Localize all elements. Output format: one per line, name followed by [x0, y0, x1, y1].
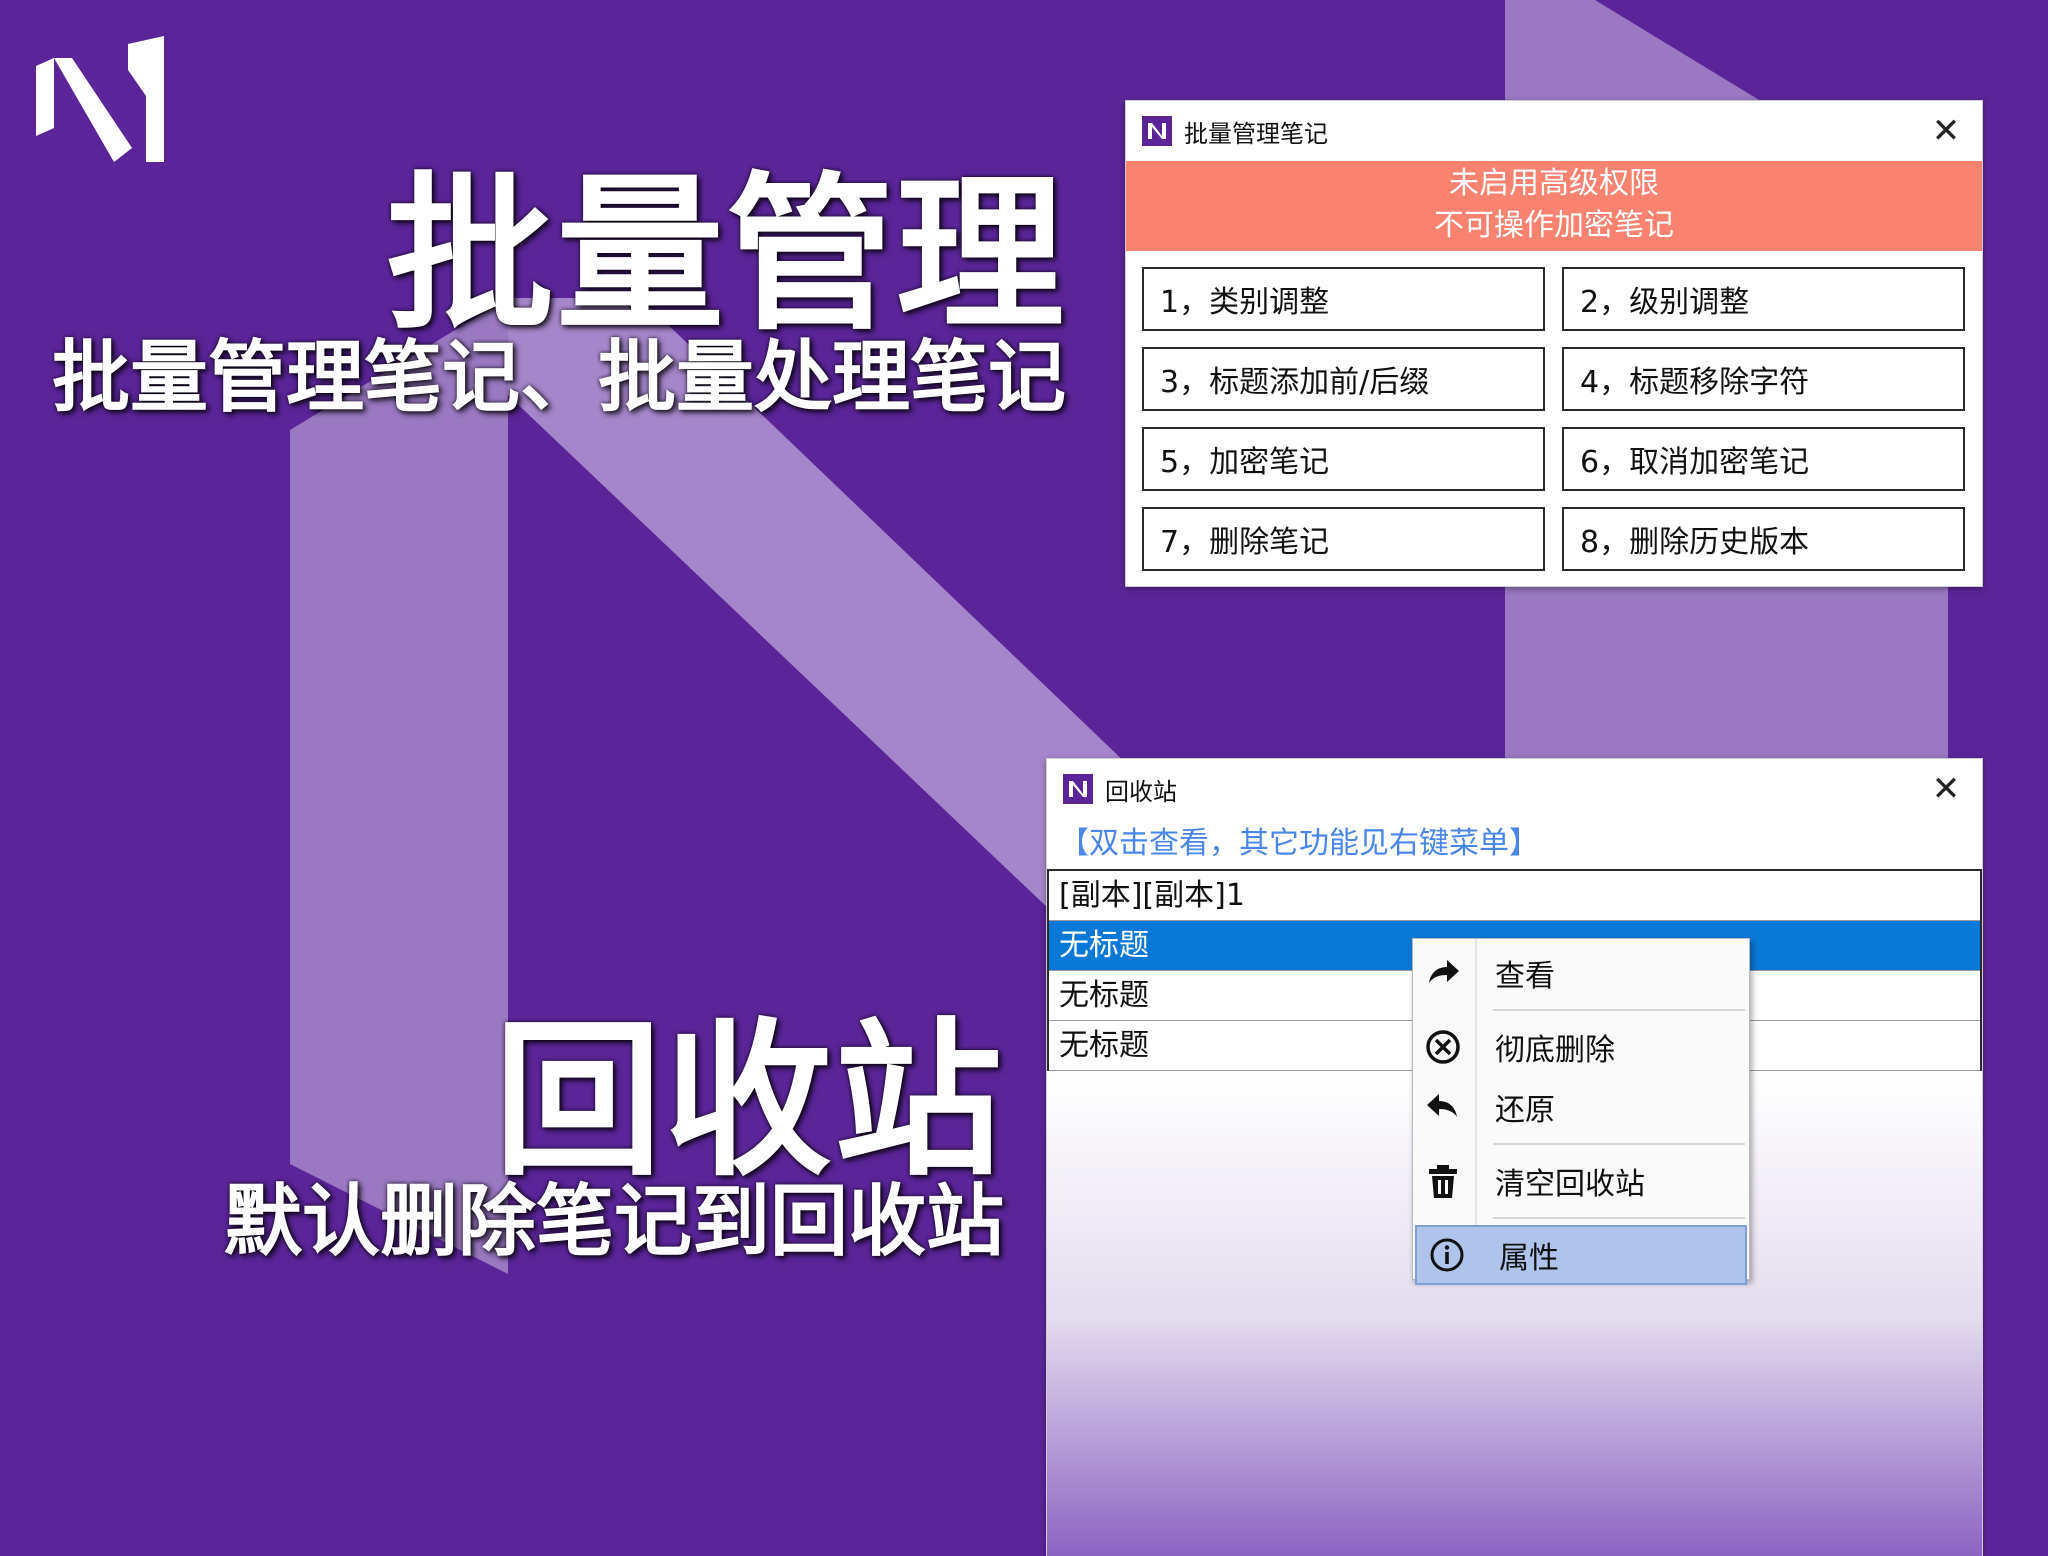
menu-separator: [1493, 1217, 1745, 1219]
menu-item-empty-bin[interactable]: 清空回收站: [1413, 1151, 1749, 1211]
encrypt-notes-button[interactable]: 5，加密笔记: [1142, 427, 1545, 491]
menu-item-view[interactable]: 查看: [1413, 943, 1749, 1003]
category-adjust-button[interactable]: 1，类别调整: [1142, 267, 1545, 331]
batch-manage-dialog: 批量管理笔记 ✕ 未启用高级权限 不可操作加密笔记 1，类别调整 2，级别调整 …: [1125, 100, 1983, 587]
forward-arrow-icon: [1413, 953, 1473, 993]
menu-separator: [1493, 1009, 1745, 1011]
menu-item-label: 清空回收站: [1495, 1167, 1645, 1202]
promo-canvas: 批量管理 批量管理笔记、批量处理笔记 回收站 默认删除笔记到回收站 批量管理笔记…: [0, 0, 2048, 1556]
menu-item-label: 属性: [1499, 1241, 1559, 1276]
circle-x-icon: [1413, 1027, 1473, 1067]
delete-history-button[interactable]: 8，删除历史版本: [1562, 507, 1965, 571]
context-menu: 查看 彻底删除 还原 清空回收站 属性: [1412, 938, 1750, 1285]
hero-title-batch: 批量管理: [386, 157, 1066, 353]
list-item[interactable]: [副本][副本]1: [1049, 871, 1980, 921]
warning-line-2: 不可操作加密笔记: [1434, 208, 1674, 243]
menu-separator: [1493, 1143, 1745, 1145]
menu-item-restore[interactable]: 还原: [1413, 1077, 1749, 1137]
title-remove-chars-button[interactable]: 4，标题移除字符: [1562, 347, 1965, 411]
app-icon: [1142, 116, 1172, 146]
permission-warning-banner: 未启用高级权限 不可操作加密笔记: [1126, 161, 1982, 251]
warning-line-1: 未启用高级权限: [1449, 166, 1659, 201]
brand-logo: [36, 36, 164, 162]
level-adjust-button[interactable]: 2，级别调整: [1562, 267, 1965, 331]
menu-item-properties[interactable]: 属性: [1415, 1225, 1747, 1285]
dialog-titlebar: 回收站 ✕: [1047, 759, 1982, 819]
app-icon: [1063, 774, 1093, 804]
back-arrow-icon: [1413, 1087, 1473, 1127]
operation-button-grid: 1，类别调整 2，级别调整 3，标题添加前/后缀 4，标题移除字符 5，加密笔记…: [1126, 251, 1982, 571]
menu-item-label: 查看: [1495, 959, 1555, 994]
usage-hint: 【双击查看，其它功能见右键菜单】: [1047, 819, 1982, 869]
dialog-title: 回收站: [1105, 777, 1177, 806]
delete-notes-button[interactable]: 7，删除笔记: [1142, 507, 1545, 571]
menu-item-label: 彻底删除: [1495, 1033, 1615, 1068]
menu-item-permanent-delete[interactable]: 彻底删除: [1413, 1017, 1749, 1077]
trash-icon: [1413, 1161, 1473, 1201]
close-icon[interactable]: ✕: [1928, 771, 1964, 807]
hero-title-recycle: 回收站: [494, 1003, 1004, 1199]
close-icon[interactable]: ✕: [1928, 113, 1964, 149]
title-prefix-suffix-button[interactable]: 3，标题添加前/后缀: [1142, 347, 1545, 411]
hero-subtitle-recycle: 默认删除笔记到回收站: [223, 1177, 1004, 1267]
dialog-title: 批量管理笔记: [1184, 119, 1328, 148]
hero-subtitle-batch: 批量管理笔记、批量处理笔记: [51, 333, 1066, 423]
decrypt-notes-button[interactable]: 6，取消加密笔记: [1562, 427, 1965, 491]
dialog-titlebar: 批量管理笔记 ✕: [1126, 101, 1982, 161]
info-icon: [1417, 1235, 1477, 1275]
menu-item-label: 还原: [1495, 1093, 1555, 1128]
